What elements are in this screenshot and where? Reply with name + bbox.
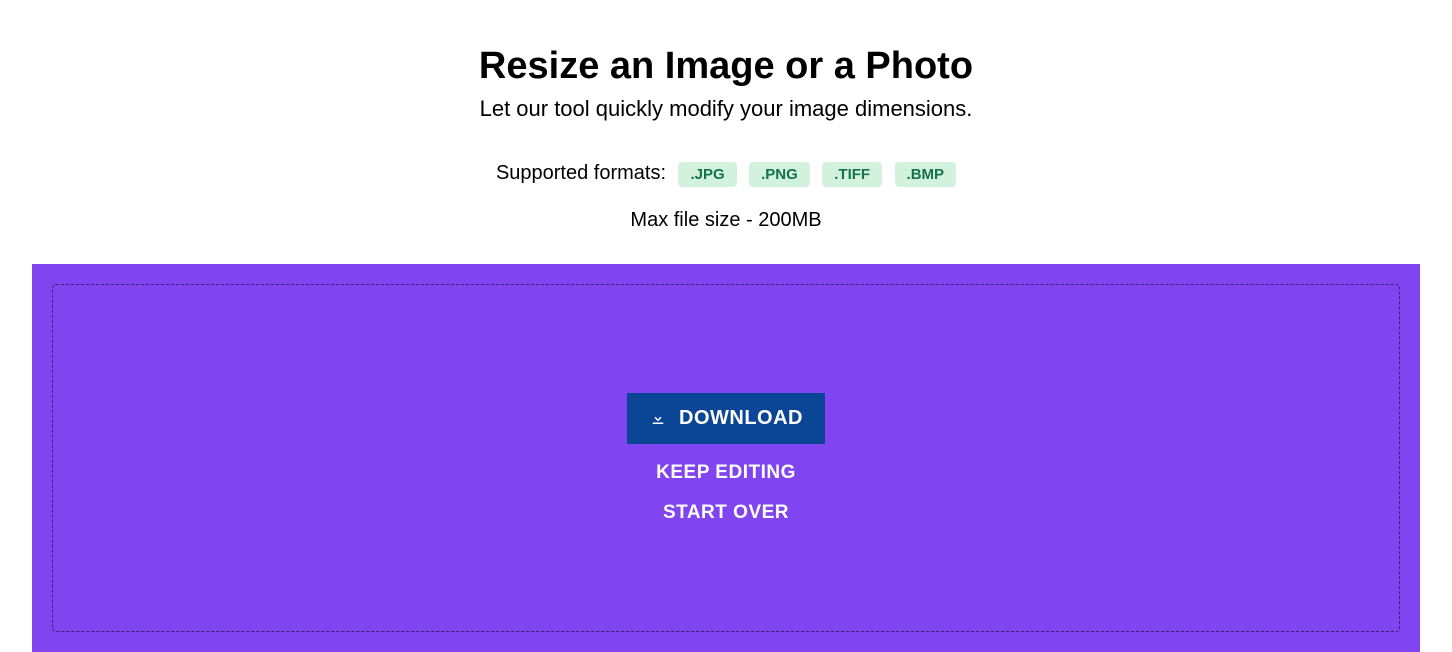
format-badge-tiff: .TIFF xyxy=(822,162,882,187)
start-over-button[interactable]: START OVER xyxy=(663,502,789,524)
supported-formats-label: Supported formats: xyxy=(496,162,666,184)
download-button-label: DOWNLOAD xyxy=(679,407,803,430)
format-badge-jpg: .JPG xyxy=(678,162,736,187)
format-badge-bmp: .BMP xyxy=(895,162,957,187)
drop-panel: DOWNLOAD KEEP EDITING START OVER xyxy=(32,264,1420,652)
keep-editing-button[interactable]: KEEP EDITING xyxy=(656,462,796,484)
format-badge-png: .PNG xyxy=(749,162,810,187)
max-file-size-text: Max file size - 200MB xyxy=(0,209,1452,232)
drop-zone[interactable]: DOWNLOAD KEEP EDITING START OVER xyxy=(52,284,1400,632)
download-button[interactable]: DOWNLOAD xyxy=(627,393,825,444)
page-title: Resize an Image or a Photo xyxy=(0,45,1452,88)
download-icon xyxy=(649,409,667,427)
page-subtitle: Let our tool quickly modify your image d… xyxy=(0,96,1452,122)
